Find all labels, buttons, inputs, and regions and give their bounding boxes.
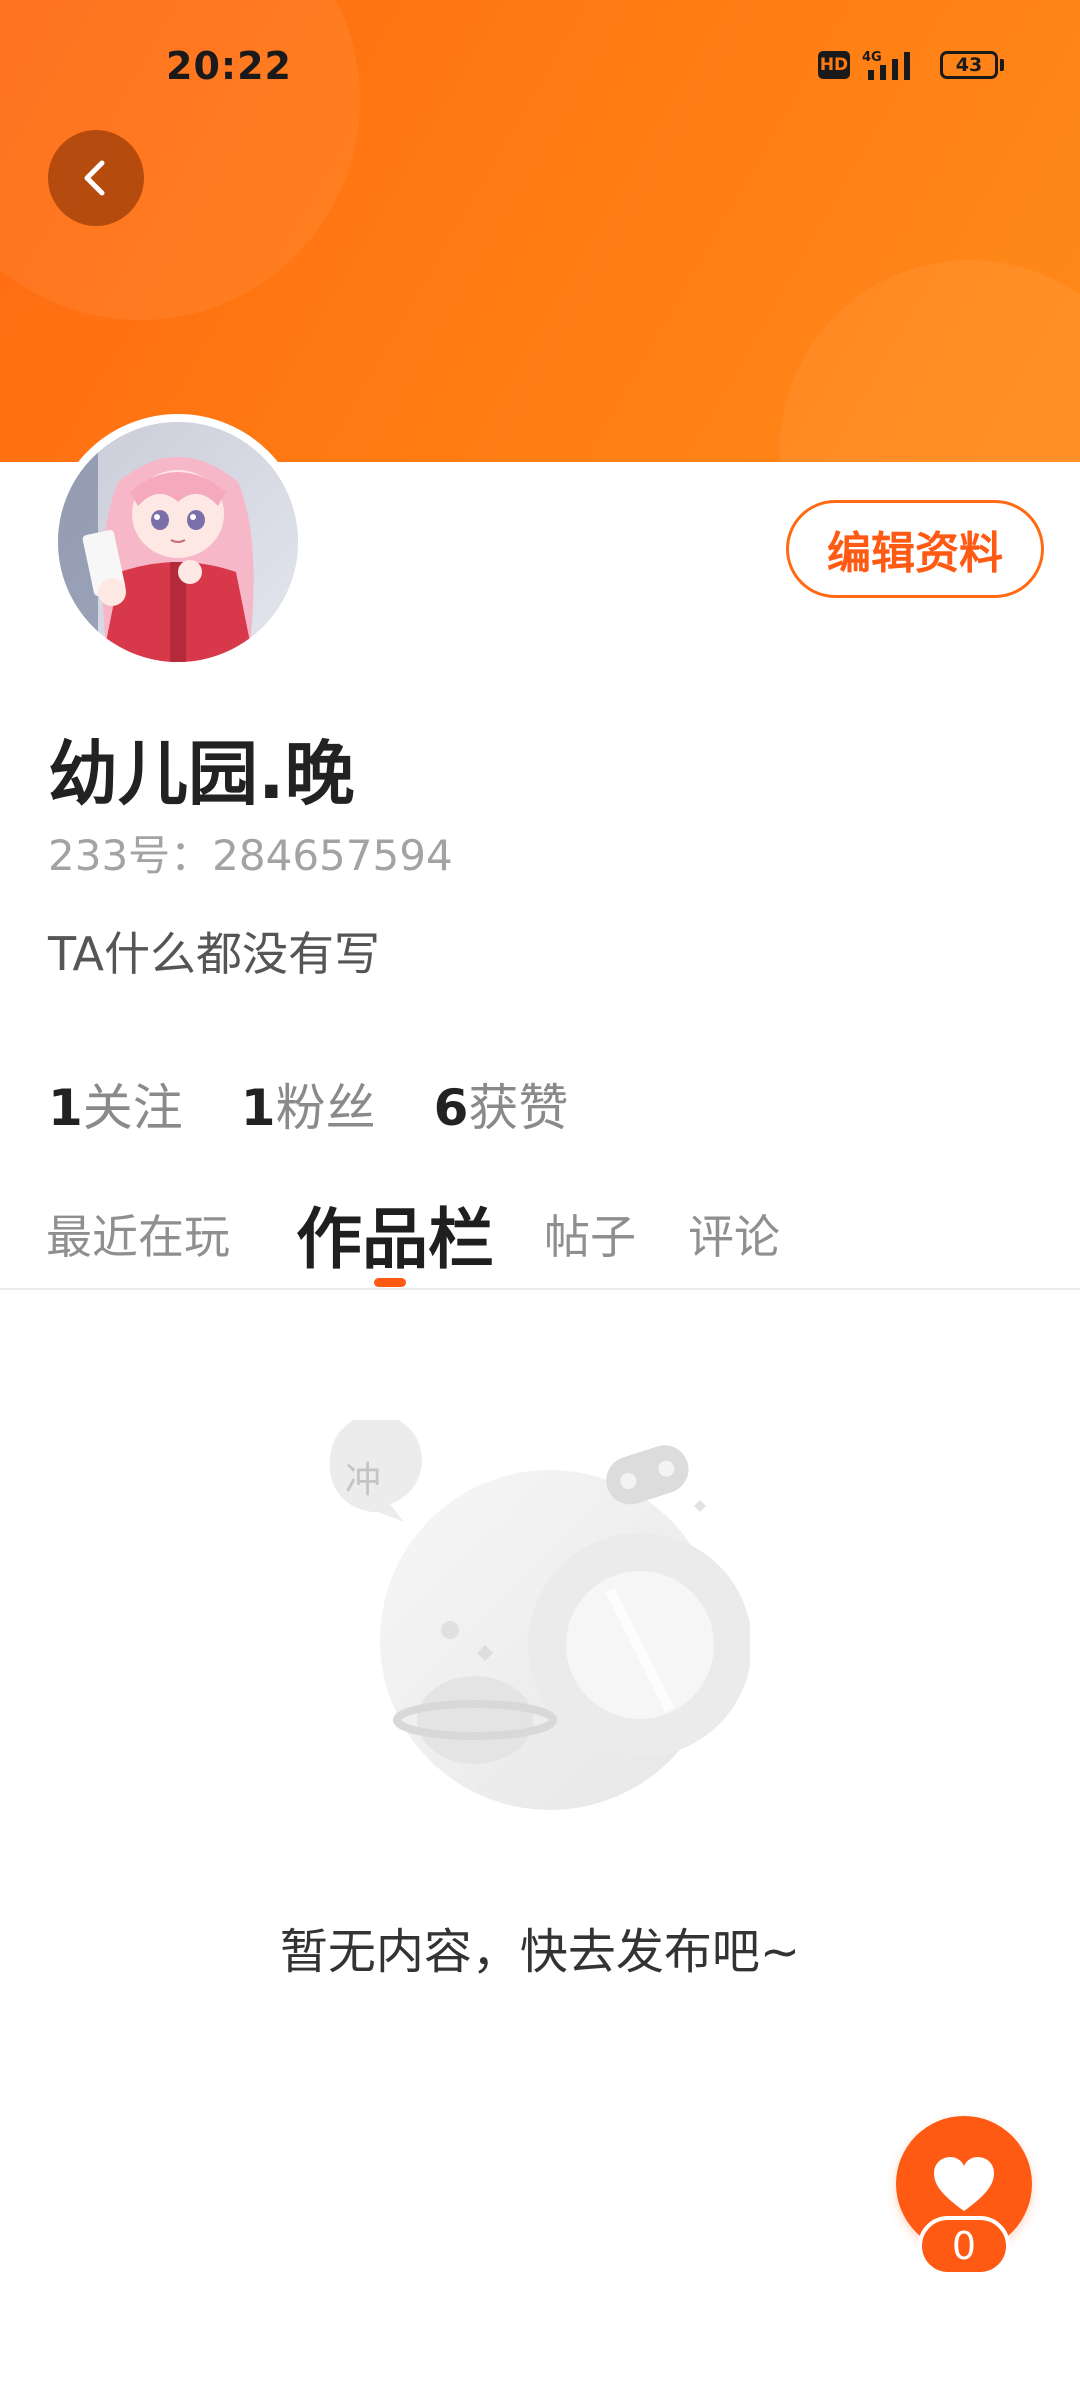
empty-state-message: 暂无内容，快去发布吧~ <box>279 1924 801 1980</box>
bio: TA什么都没有写 <box>48 927 380 981</box>
status-bar: 20:22 HD 4G 43 <box>0 0 1080 130</box>
banner-decoration <box>780 260 1080 462</box>
bubble-text: 冲 <box>345 1460 381 1501</box>
username: 幼儿园.晚 <box>48 733 355 815</box>
back-button[interactable] <box>48 130 144 226</box>
stat-likes-label: 获赞 <box>468 1079 569 1137</box>
tab-comments[interactable]: 评论 <box>688 1180 780 1288</box>
tab-works[interactable]: 作品栏 <box>296 1180 494 1288</box>
heart-icon <box>934 2157 994 2211</box>
avatar[interactable] <box>50 414 306 670</box>
battery-icon: 43 <box>940 51 1004 79</box>
stat-likes-count: 6 <box>433 1079 469 1137</box>
active-tab-indicator <box>374 1278 406 1287</box>
network-label: 4G <box>862 50 882 65</box>
profile-tabs: 最近在玩 作品栏 帖子 评论 <box>0 1180 1080 1290</box>
tab-recently-played[interactable]: 最近在玩 <box>46 1180 230 1288</box>
stat-following-count: 1 <box>48 1079 83 1137</box>
stat-likes[interactable]: 6 获赞 <box>434 1068 569 1140</box>
hd-badge: HD <box>818 51 850 79</box>
battery-level: 43 <box>940 51 998 79</box>
status-time: 20:22 <box>166 44 292 88</box>
stat-followers[interactable]: 1 粉丝 <box>241 1068 376 1140</box>
tab-posts[interactable]: 帖子 <box>544 1180 636 1288</box>
chevron-left-icon <box>84 160 105 196</box>
edit-profile-button[interactable]: 编辑资料 <box>786 500 1044 598</box>
like-count: 0 <box>918 2216 1010 2276</box>
profile-stats: 1 关注 1 粉丝 6 获赞 <box>48 1068 568 1140</box>
avatar-image <box>58 422 298 662</box>
status-icons: HD 4G 43 <box>818 48 1004 82</box>
stat-following-label: 关注 <box>82 1079 183 1137</box>
stat-following[interactable]: 1 关注 <box>48 1068 183 1140</box>
user-id: 233号：284657594 <box>48 831 453 880</box>
stat-followers-count: 1 <box>240 1079 276 1137</box>
stat-followers-label: 粉丝 <box>275 1079 376 1137</box>
signal-4g-icon: 4G <box>862 50 910 80</box>
empty-state-illustration: 冲 <box>329 1420 750 1810</box>
